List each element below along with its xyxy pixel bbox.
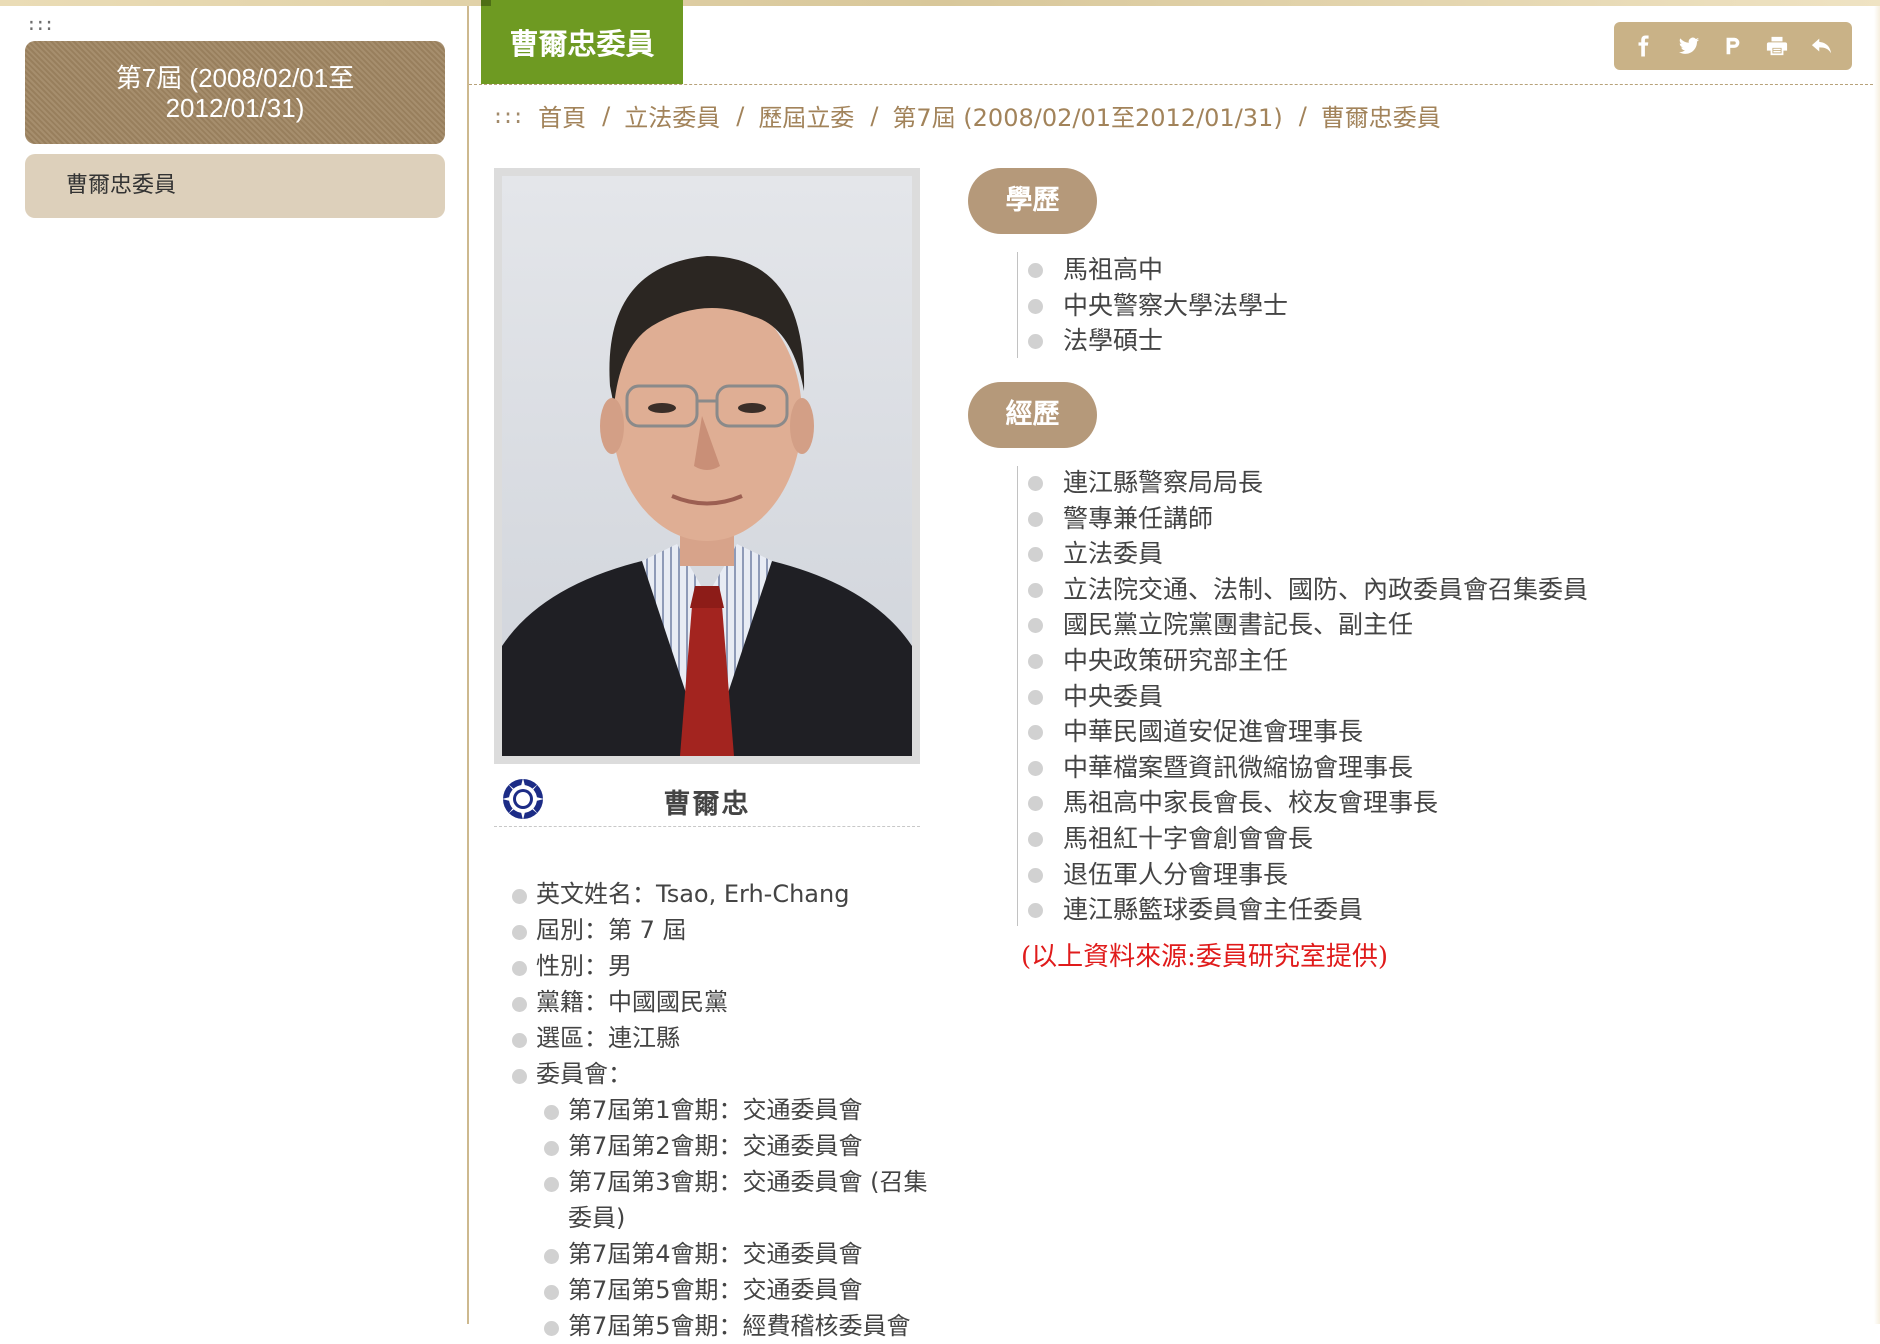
committee-item: 第7屆第1會期：交通委員會 bbox=[542, 1092, 930, 1128]
education-item: 馬祖高中 bbox=[1025, 252, 1288, 288]
committee-item: 第7屆第2會期：交通委員會 bbox=[542, 1128, 930, 1164]
committee-item: 第7屆第5會期：經費稽核委員會 bbox=[542, 1308, 930, 1344]
experience-item: 立法委員 bbox=[1025, 536, 1588, 572]
experience-item: 中央委員 bbox=[1025, 679, 1588, 715]
info-gender: 性別：男 bbox=[510, 948, 930, 984]
experience-heading: 經歷 bbox=[968, 382, 1097, 448]
experience-item: 中華檔案暨資訊微縮協會理事長 bbox=[1025, 750, 1588, 786]
facebook-icon[interactable] bbox=[1628, 30, 1660, 62]
breadcrumb-past-legislators[interactable]: 歷屆立委 bbox=[758, 98, 854, 133]
committee-list: 第7屆第1會期：交通委員會 第7屆第2會期：交通委員會 第7屆第3會期：交通委員… bbox=[510, 1092, 930, 1344]
twitter-icon[interactable] bbox=[1673, 30, 1705, 62]
education-item: 法學碩士 bbox=[1025, 323, 1288, 359]
experience-item: 警專兼任講師 bbox=[1025, 501, 1588, 537]
sidebar-accesskey[interactable]: ::: bbox=[26, 14, 54, 35]
sidebar-term-label: 第7屆 (2008/02/01至2012/01/31) bbox=[115, 62, 355, 123]
committee-item: 第7屆第3會期：交通委員會 (召集委員) bbox=[542, 1164, 930, 1236]
back-icon[interactable] bbox=[1806, 30, 1838, 62]
experience-item: 立法院交通、法制、國防、內政委員會召集委員 bbox=[1025, 572, 1588, 608]
member-photo bbox=[502, 176, 912, 756]
print-icon[interactable] bbox=[1761, 30, 1793, 62]
breadcrumb-legislators[interactable]: 立法委員 bbox=[624, 98, 720, 133]
experience-item: 中央政策研究部主任 bbox=[1025, 643, 1588, 679]
sidebar: ::: 第7屆 (2008/02/01至2012/01/31) 曹爾忠委員 bbox=[0, 6, 467, 1324]
header-divider bbox=[469, 84, 1873, 85]
sidebar-term-header[interactable]: 第7屆 (2008/02/01至2012/01/31) bbox=[25, 41, 445, 144]
info-english-name: 英文姓名：Tsao, Erh-Chang bbox=[510, 876, 930, 912]
member-photo-frame bbox=[494, 168, 920, 764]
breadcrumb-separator: / bbox=[736, 101, 745, 130]
experience-list: 連江縣警察局局長 警專兼任講師 立法委員 立法院交通、法制、國防、內政委員會召集… bbox=[1025, 465, 1588, 928]
education-item: 中央警察大學法學士 bbox=[1025, 288, 1288, 324]
education-list: 馬祖高中 中央警察大學法學士 法學碩士 bbox=[1025, 252, 1288, 359]
breadcrumb-home[interactable]: 首頁 bbox=[538, 98, 586, 133]
breadcrumb-accesskey[interactable]: ::: bbox=[492, 104, 524, 128]
experience-item: 馬祖紅十字會創會會長 bbox=[1025, 821, 1588, 857]
member-name: 曹爾忠 bbox=[663, 789, 751, 820]
breadcrumb-separator: / bbox=[602, 101, 611, 130]
experience-item: 連江縣籃球委員會主任委員 bbox=[1025, 892, 1588, 928]
sidebar-item-member[interactable]: 曹爾忠委員 bbox=[25, 154, 445, 218]
member-info: 英文姓名：Tsao, Erh-Chang 屆別：第 7 屆 性別：男 黨籍：中國… bbox=[510, 876, 930, 1344]
right-edge bbox=[1874, 6, 1880, 1324]
plurk-icon[interactable] bbox=[1717, 30, 1749, 62]
info-committee: 委員會： bbox=[510, 1056, 930, 1092]
experience-line bbox=[1017, 466, 1018, 926]
info-party: 黨籍：中國國民黨 bbox=[510, 984, 930, 1020]
info-term: 屆別：第 7 屆 bbox=[510, 912, 930, 948]
committee-item: 第7屆第4會期：交通委員會 bbox=[542, 1236, 930, 1272]
info-district: 選區：連江縣 bbox=[510, 1020, 930, 1056]
education-heading: 學歷 bbox=[968, 168, 1097, 234]
source-note: (以上資料來源:委員研究室提供) bbox=[1021, 942, 1389, 972]
breadcrumb-separator: / bbox=[1298, 101, 1307, 130]
experience-item: 馬祖高中家長會長、校友會理事長 bbox=[1025, 785, 1588, 821]
committee-item: 第7屆第5會期：交通委員會 bbox=[542, 1272, 930, 1308]
breadcrumb: ::: 首頁 / 立法委員 / 歷屆立委 / 第7屆 (2008/02/01至2… bbox=[492, 98, 1441, 133]
experience-item: 退伍軍人分會理事長 bbox=[1025, 857, 1588, 893]
breadcrumb-term[interactable]: 第7屆 (2008/02/01至2012/01/31) bbox=[892, 98, 1282, 133]
experience-item: 中華民國道安促進會理事長 bbox=[1025, 714, 1588, 750]
breadcrumb-current[interactable]: 曹爾忠委員 bbox=[1321, 98, 1441, 133]
breadcrumb-separator: / bbox=[870, 101, 879, 130]
share-toolbar bbox=[1614, 22, 1852, 70]
experience-item: 連江縣警察局局長 bbox=[1025, 465, 1588, 501]
education-line bbox=[1017, 252, 1018, 358]
experience-item: 國民黨立院黨團書記長、副主任 bbox=[1025, 607, 1588, 643]
page-title: 曹爾忠委員 bbox=[481, 0, 683, 84]
member-name-row: 曹爾忠 bbox=[494, 774, 920, 827]
column-divider bbox=[467, 6, 469, 1324]
